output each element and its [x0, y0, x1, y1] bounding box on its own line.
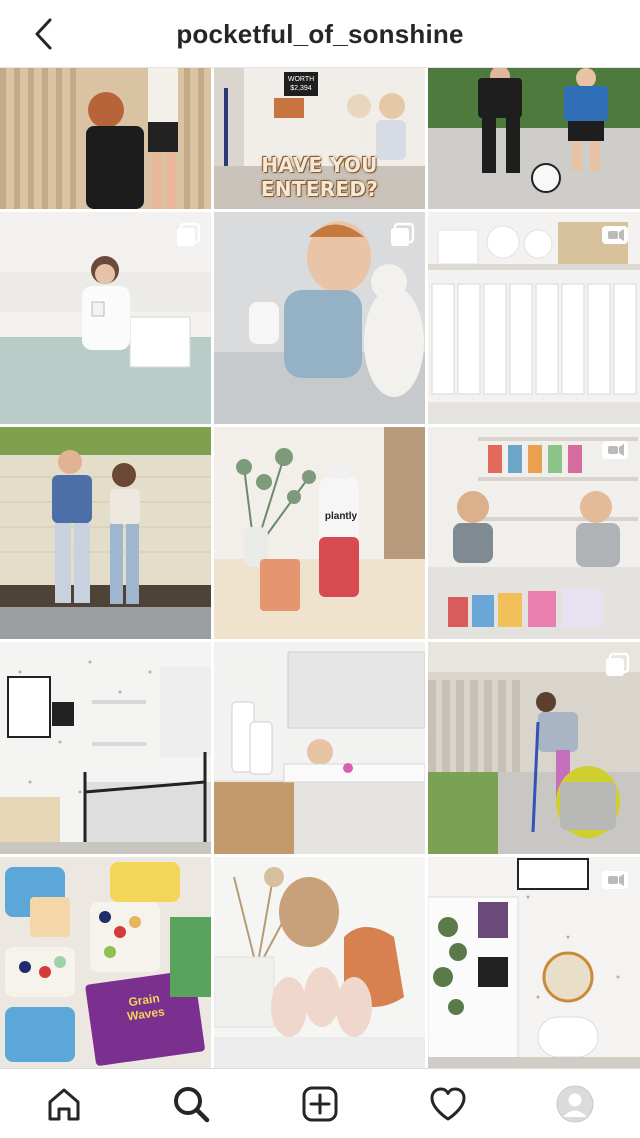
add-post-icon: [302, 1086, 338, 1122]
bottom-nav-bar: [0, 1068, 640, 1138]
post-tile[interactable]: WORTH $2,394 HAVE YOU ENTERED?: [214, 68, 425, 209]
carousel-icon: [606, 652, 630, 676]
post-tile[interactable]: plantly: [214, 427, 425, 639]
video-icon: [602, 871, 628, 889]
home-icon: [48, 1088, 80, 1121]
post-tile[interactable]: [214, 212, 425, 424]
post-tile[interactable]: [0, 212, 211, 424]
post-image: [0, 857, 211, 1068]
username-title: pocketful_of_sonshine: [176, 19, 464, 49]
profile-header: pocketful_of_sonshine: [0, 0, 640, 68]
post-tile[interactable]: [0, 427, 211, 639]
post-grid: WORTH $2,394 HAVE YOU ENTERED? plantly G…: [0, 68, 640, 1068]
nav-new-post-button[interactable]: [299, 1083, 341, 1125]
carousel-icon: [391, 222, 415, 246]
post-image: [214, 427, 425, 639]
carousel-icon: [177, 222, 201, 246]
post-tile[interactable]: [428, 68, 640, 209]
product-label: plantly: [324, 511, 358, 522]
search-icon: [174, 1087, 210, 1123]
post-tile[interactable]: [428, 427, 640, 639]
video-icon: [602, 226, 628, 244]
post-tile[interactable]: [214, 857, 425, 1068]
nav-search-button[interactable]: [170, 1083, 212, 1125]
post-tile[interactable]: [0, 642, 211, 854]
post-tile[interactable]: Grain Waves: [0, 857, 211, 1068]
post-tile[interactable]: [214, 642, 425, 854]
post-image: [0, 68, 211, 209]
post-tile[interactable]: [428, 857, 640, 1068]
post-tile[interactable]: [428, 642, 640, 854]
profile-avatar-icon: [556, 1085, 594, 1123]
post-image: [214, 642, 425, 854]
post-image: [0, 427, 211, 639]
post-tile[interactable]: [428, 212, 640, 424]
post-image: [428, 68, 640, 209]
promo-sign: WORTH $2,394: [284, 72, 318, 96]
post-image: [214, 857, 425, 1068]
nav-profile-button[interactable]: [554, 1083, 596, 1125]
nav-home-button[interactable]: [43, 1083, 85, 1125]
video-icon: [602, 441, 628, 459]
post-image: [0, 642, 211, 854]
post-tile[interactable]: [0, 68, 211, 209]
nav-activity-button[interactable]: [427, 1083, 469, 1125]
heart-icon: [430, 1087, 466, 1121]
promo-overlay-text: HAVE YOU ENTERED?: [260, 153, 379, 201]
